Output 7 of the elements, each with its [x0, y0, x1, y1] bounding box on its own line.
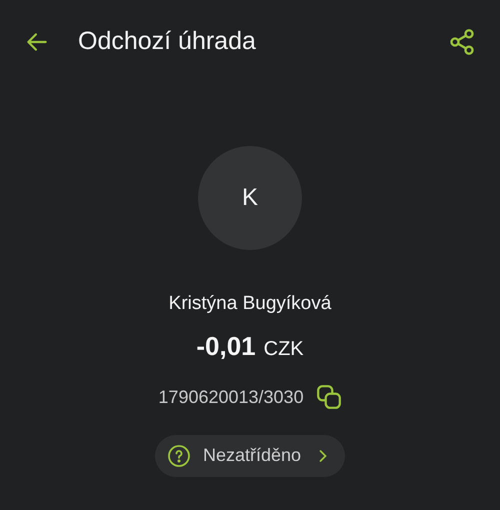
counterparty-name: Kristýna Bugyíková: [168, 292, 332, 316]
amount-currency: CZK: [264, 336, 304, 362]
amount-value: -0,01: [196, 330, 256, 362]
category-chip[interactable]: Nezatříděno: [154, 434, 346, 476]
account-number: 1790620013/3030: [158, 386, 304, 408]
screen-title: Odchozí úhrada: [78, 26, 256, 58]
avatar: K: [198, 146, 302, 250]
